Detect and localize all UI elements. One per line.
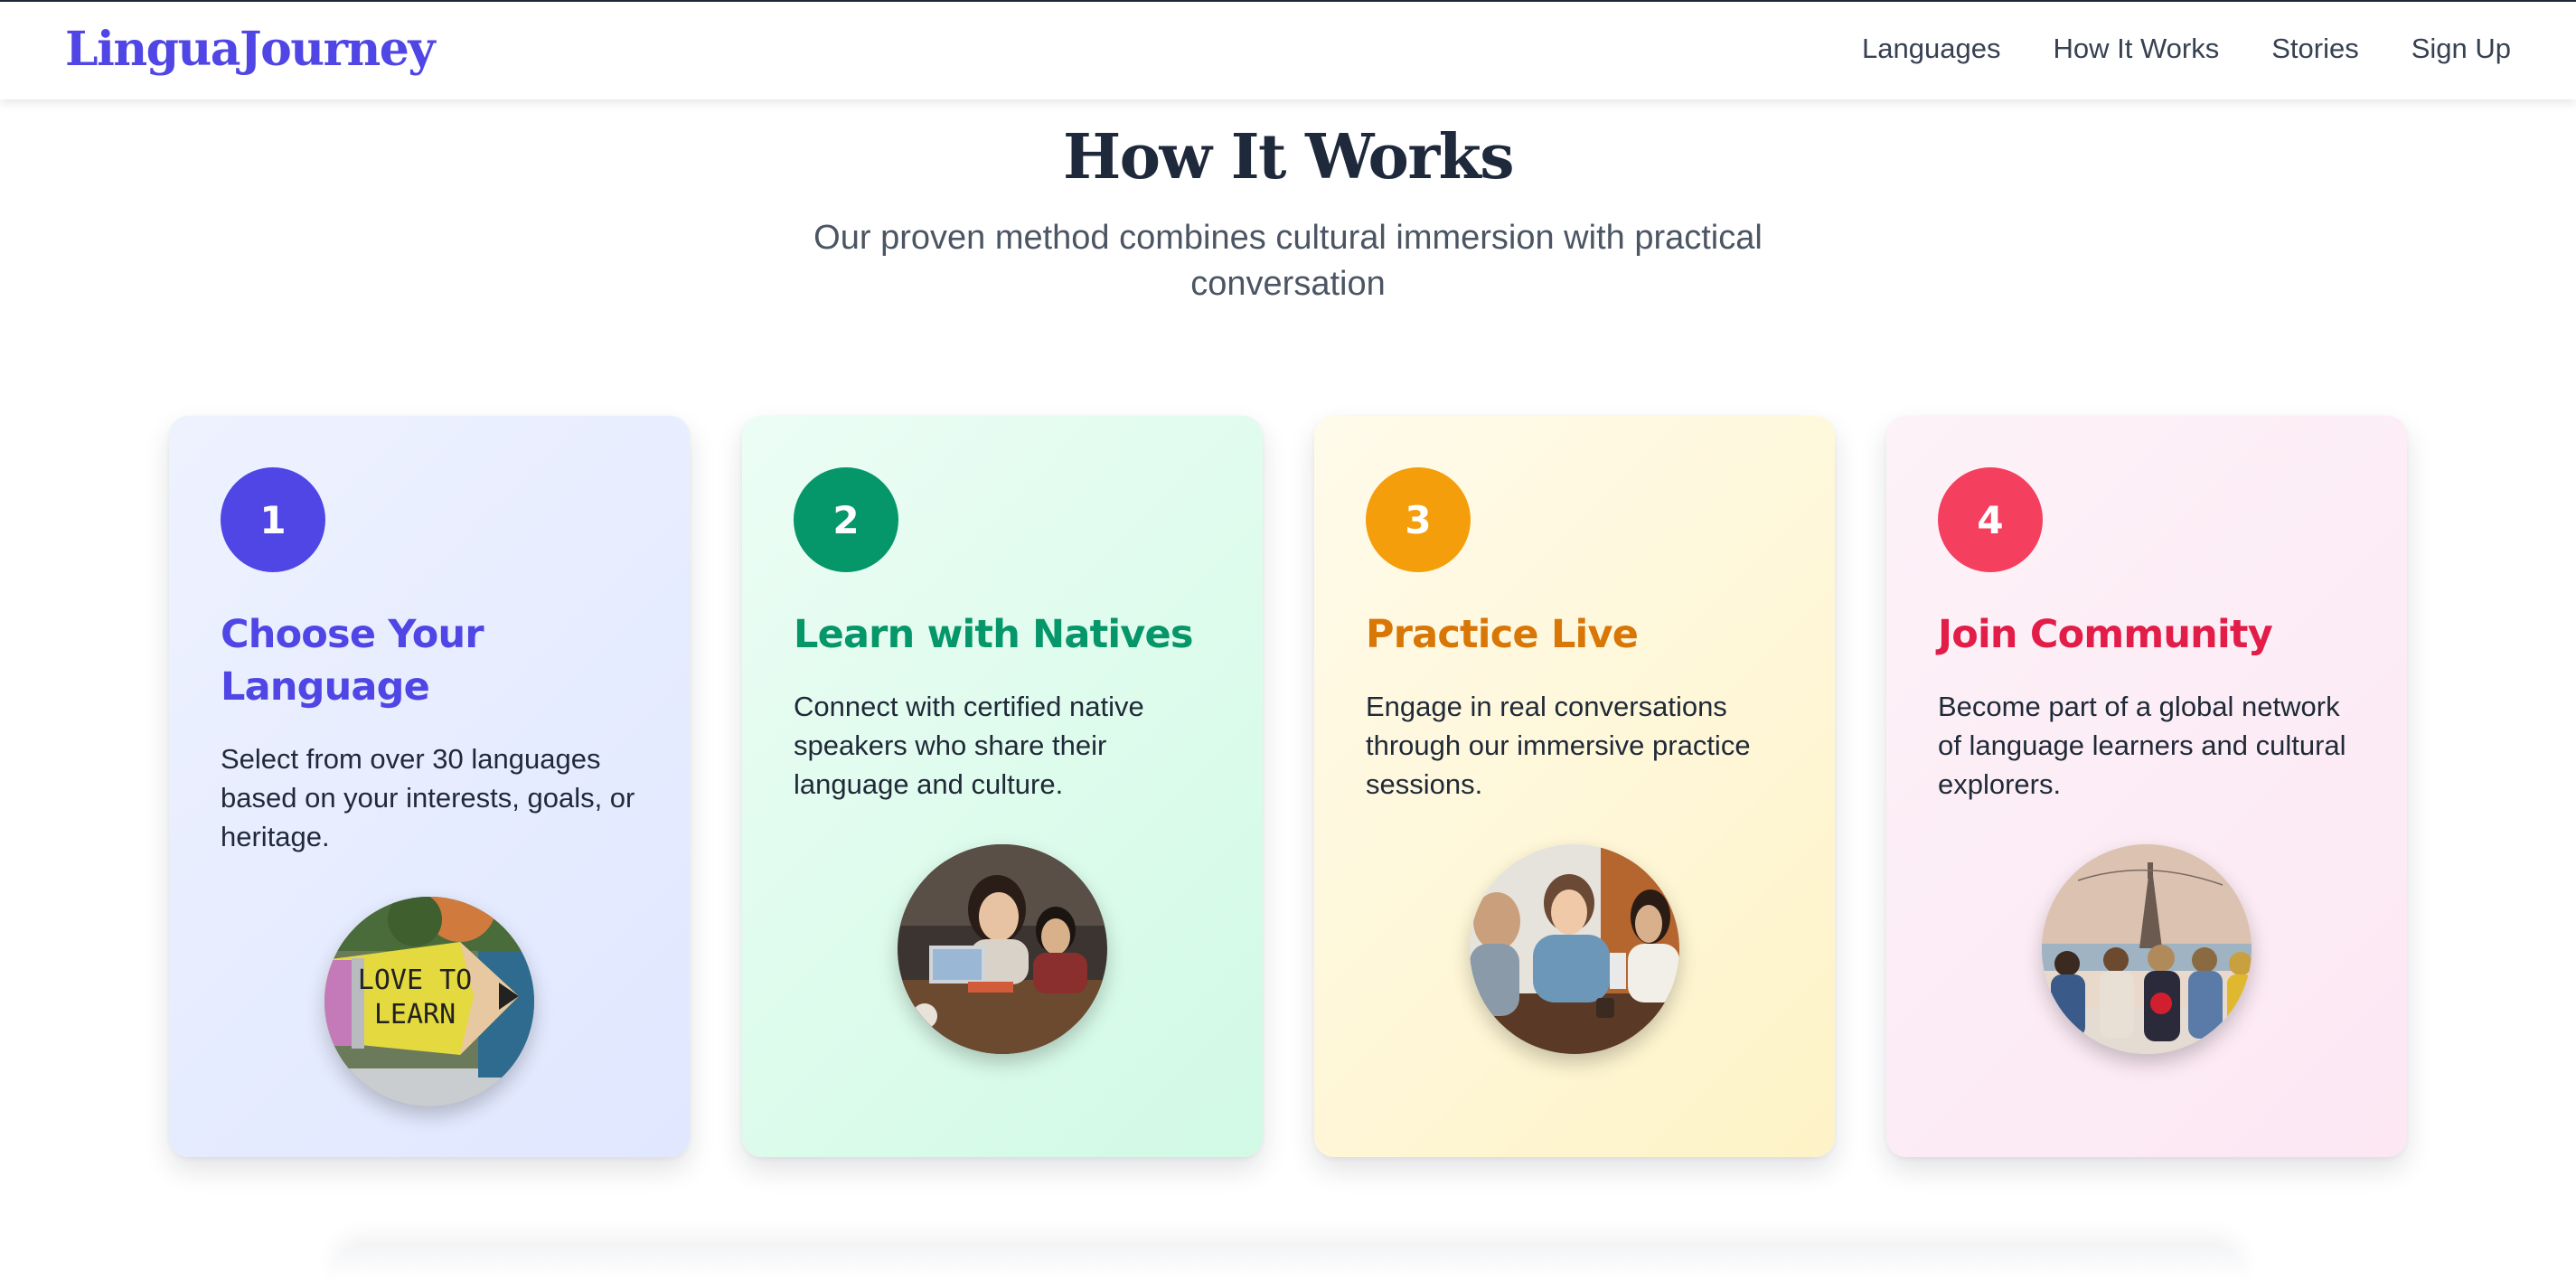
step-number-badge: 2 — [794, 467, 898, 572]
nav-link-how-it-works[interactable]: How It Works — [2053, 33, 2219, 65]
students-with-laptop-image — [898, 844, 1107, 1054]
next-section-edge — [334, 1244, 2242, 1280]
travel-group-image — [2042, 844, 2252, 1054]
nav-link-stories[interactable]: Stories — [2271, 33, 2358, 65]
section-subtitle: Our proven method combines cultural imme… — [813, 219, 1763, 303]
pencil-love-to-learn-photo: LOVE TO LEARN — [324, 897, 534, 1106]
friends-conversation-photo — [1470, 844, 1679, 1054]
step-card-learn-with-natives: 2 Learn with Natives Connect with certif… — [742, 416, 1263, 1157]
step-number-badge: 4 — [1938, 467, 2043, 572]
step-description: Engage in real conversations through our… — [1366, 691, 1751, 800]
step-card-join-community: 4 Join Community Become part of a global… — [1886, 416, 2407, 1157]
nav-link-sign-up[interactable]: Sign Up — [2411, 33, 2511, 65]
step-number-badge: 3 — [1366, 467, 1471, 572]
step-description: Select from over 30 languages based on y… — [221, 743, 635, 852]
step-title: Choose Your Language — [221, 612, 484, 710]
step-description: Become part of a global network of langu… — [1938, 691, 2346, 800]
travel-group-eiffel-tower-photo — [2042, 844, 2252, 1054]
step-description: Connect with certified native speakers w… — [794, 691, 1144, 800]
step-title: Join Community — [1938, 612, 2273, 657]
pencil-love-to-learn-image: LOVE TO LEARN — [324, 897, 534, 1106]
step-card-choose-language: 1 Choose Your Language Select from over … — [169, 416, 690, 1157]
brand-logo[interactable]: LinguaJourney — [65, 22, 436, 77]
friends-conversation-image — [1470, 844, 1679, 1054]
section-title: How It Works — [1062, 121, 1515, 193]
nav-link-languages[interactable]: Languages — [1862, 33, 2000, 65]
step-card-practice-live: 3 Practice Live Engage in real conversat… — [1314, 416, 1835, 1157]
step-title: Practice Live — [1366, 612, 1639, 657]
step-title: Learn with Natives — [794, 612, 1193, 657]
step-number-badge: 1 — [221, 467, 325, 572]
students-with-laptop-photo — [898, 844, 1107, 1054]
main-nav: Languages How It Works Stories Sign Up — [1862, 33, 2511, 65]
site-header: LinguaJourney Languages How It Works Sto… — [0, 2, 2576, 99]
